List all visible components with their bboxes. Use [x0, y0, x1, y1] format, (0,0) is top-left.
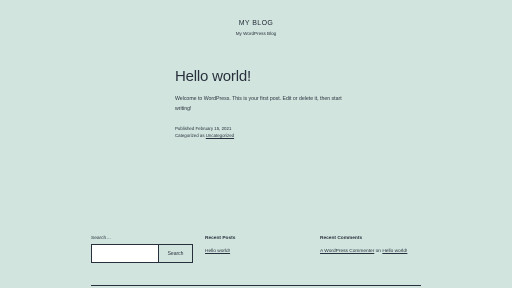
recent-comments-heading: Recent Comments [320, 236, 363, 241]
search-input[interactable] [91, 244, 159, 263]
recent-posts-widget: Recent Posts Hello world! [205, 236, 235, 254]
search-widget: Search… Search [91, 236, 193, 263]
search-label: Search… [91, 236, 111, 241]
category-link[interactable]: Uncategorized [206, 133, 234, 138]
search-button[interactable]: Search [159, 244, 193, 263]
post-content: Welcome to WordPress. This is your first… [175, 96, 342, 112]
recent-post-link[interactable]: Hello world! [205, 249, 230, 254]
post-meta: Published February 15, 2021 Categorized … [175, 125, 234, 139]
post-title[interactable]: Hello world! [175, 68, 251, 85]
recent-comments-widget: Recent Comments A WordPress Commenter on… [320, 236, 407, 254]
comment-post-link[interactable]: Hello world! [382, 249, 407, 254]
site-tagline: My WordPress Blog [235, 31, 277, 36]
post-published-date: Published February 15, 2021 [175, 126, 232, 131]
recent-posts-heading: Recent Posts [205, 236, 236, 241]
comment-author-link[interactable]: A WordPress Commenter [320, 249, 374, 254]
site-title[interactable]: MY BLOG [0, 20, 512, 27]
categorized-prefix: Categorized as [175, 133, 206, 138]
post-categories: Categorized as Uncategorized [175, 132, 234, 139]
recent-comment-item: A WordPress Commenter on Hello world! [320, 249, 407, 254]
search-form: Search [91, 244, 193, 263]
footer-divider [91, 285, 421, 286]
